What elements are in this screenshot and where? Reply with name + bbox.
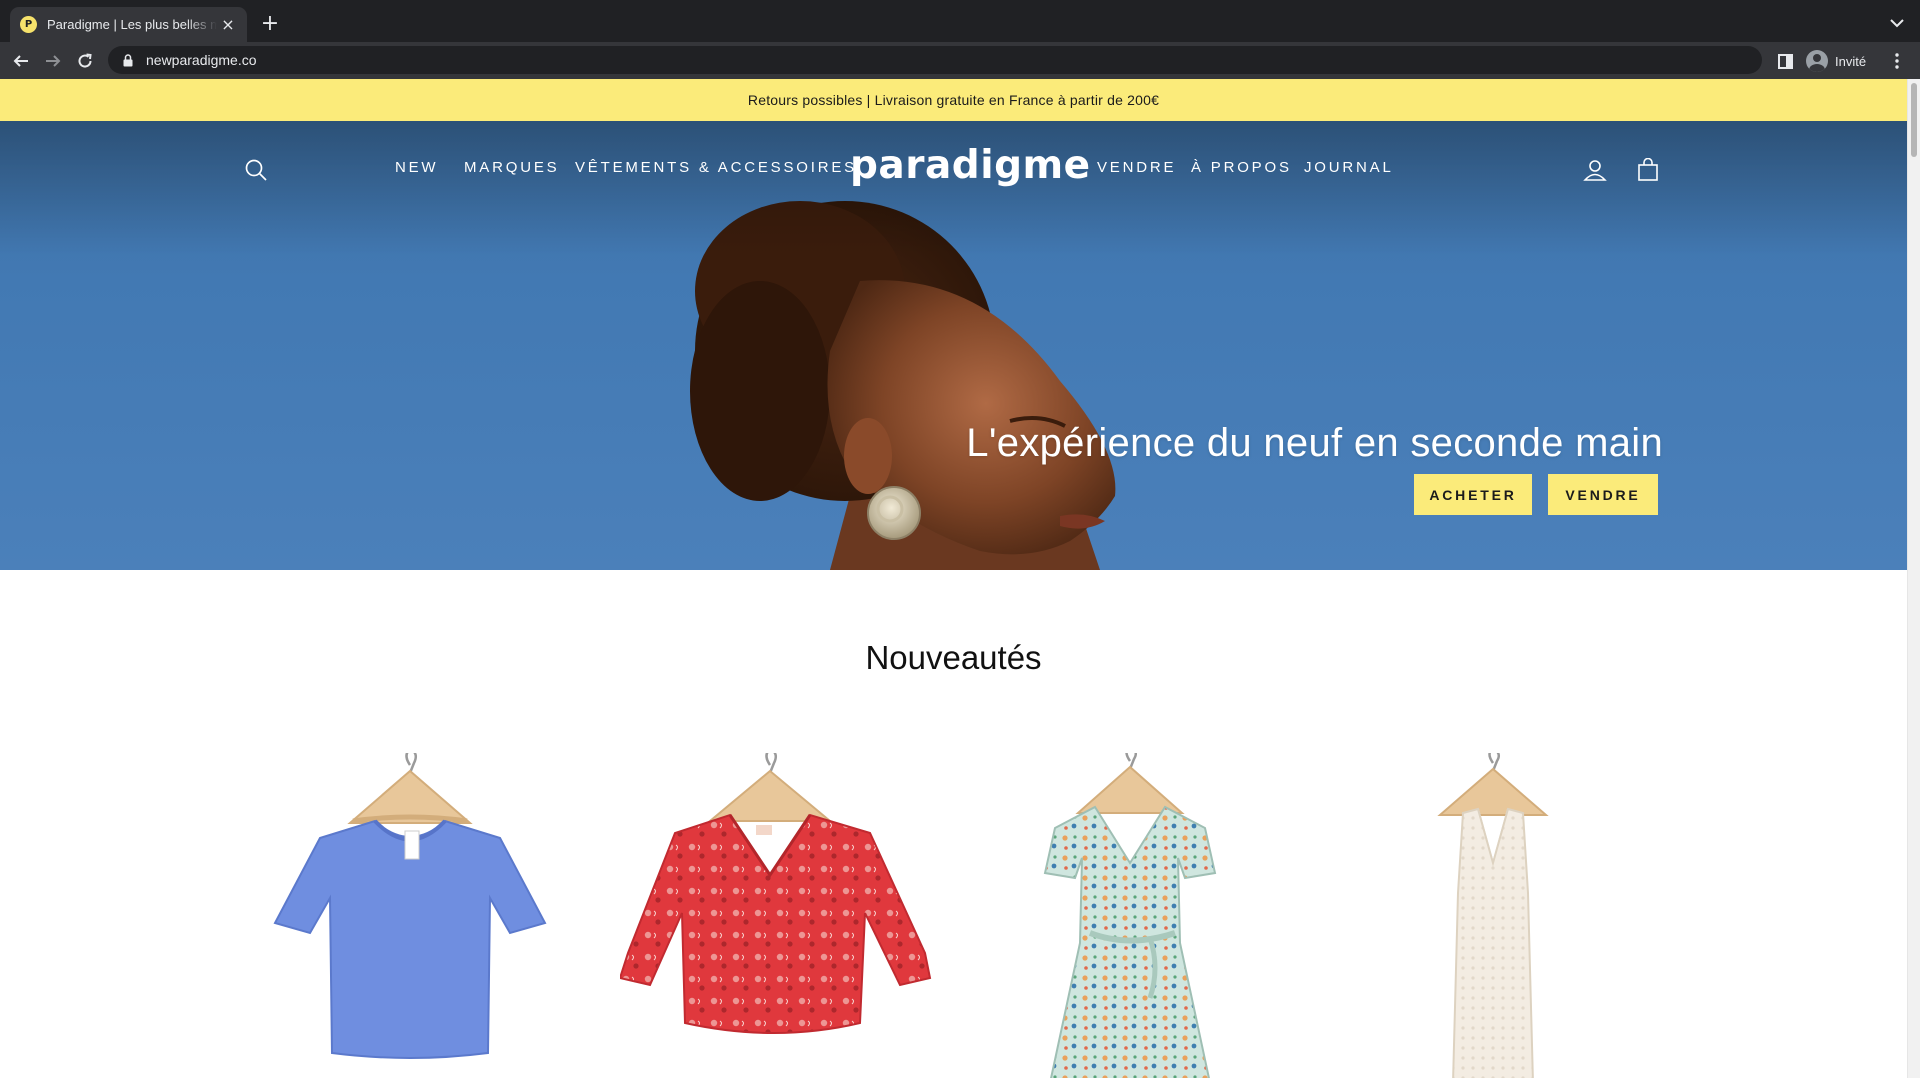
profile-label: Invité	[1835, 53, 1867, 69]
tab-title: Paradigme | Les plus belles marques	[47, 17, 217, 32]
url-text[interactable]: newparadigme.co	[146, 52, 257, 68]
reload-icon[interactable]	[72, 48, 98, 74]
scrollbar-thumb[interactable]	[1911, 83, 1917, 157]
nav-new[interactable]: NEW	[395, 159, 438, 176]
new-tab-button[interactable]: +	[257, 12, 283, 38]
search-icon[interactable]	[241, 155, 271, 185]
account-icon[interactable]	[1580, 155, 1610, 185]
lock-icon[interactable]	[122, 53, 134, 67]
side-panel-icon[interactable]	[1774, 50, 1796, 72]
profile-button[interactable]: Invité	[1802, 47, 1876, 75]
new-arrivals-title: Nouveautés	[865, 639, 1042, 676]
forward-arrow-icon[interactable]	[40, 48, 66, 74]
site-header: NEW MARQUES VÊTEMENTS & ACCESSOIRES para…	[0, 121, 1907, 217]
hero-banner: NEW MARQUES VÊTEMENTS & ACCESSOIRES para…	[0, 121, 1907, 570]
hero-sell-button[interactable]: VENDRE	[1548, 474, 1658, 515]
browser-tab-strip: P Paradigme | Les plus belles marques × …	[0, 0, 1920, 42]
product-card-3[interactable]	[1000, 745, 1330, 1078]
nav-vetements-accessoires[interactable]: VÊTEMENTS & ACCESSOIRES	[575, 159, 857, 176]
site-logo[interactable]: paradigme	[850, 143, 1091, 188]
hero-buy-button[interactable]: ACHETER	[1414, 474, 1532, 515]
browser-tab[interactable]: P Paradigme | Les plus belles marques ×	[10, 7, 247, 42]
kebab-menu-icon[interactable]	[1886, 50, 1908, 72]
nav-a-propos[interactable]: À PROPOS	[1191, 159, 1292, 176]
announcement-bar: Retours possibles | Livraison gratuite e…	[0, 79, 1907, 121]
web-page: Retours possibles | Livraison gratuite e…	[0, 79, 1920, 1078]
tab-search-icon[interactable]	[1886, 12, 1908, 34]
red-floral-blouse-image	[618, 747, 932, 1034]
address-bar[interactable]: newparadigme.co	[108, 46, 1762, 74]
product-card-2[interactable]	[618, 747, 950, 1078]
browser-toolbar: newparadigme.co Invité	[0, 42, 1920, 79]
nav-marques[interactable]: MARQUES	[464, 159, 559, 176]
floral-wrap-dress-image	[1043, 745, 1217, 1078]
back-arrow-icon[interactable]	[8, 48, 34, 74]
blue-knit-top-image	[273, 747, 547, 1059]
page-scrollbar[interactable]	[1907, 79, 1920, 1078]
nav-vendre[interactable]: VENDRE	[1097, 159, 1176, 176]
product-card-1[interactable]	[245, 747, 575, 1078]
nav-journal[interactable]: JOURNAL	[1304, 159, 1394, 176]
product-card-4[interactable]	[1368, 747, 1698, 1078]
paradigme-favicon-icon: P	[20, 16, 37, 33]
profile-icon	[1806, 50, 1828, 72]
hero-heading: L'expérience du neuf en seconde main	[966, 421, 1663, 465]
close-tab-icon[interactable]: ×	[219, 15, 237, 34]
cream-knit-dress-image	[1437, 747, 1549, 1078]
cart-icon[interactable]	[1633, 155, 1663, 185]
